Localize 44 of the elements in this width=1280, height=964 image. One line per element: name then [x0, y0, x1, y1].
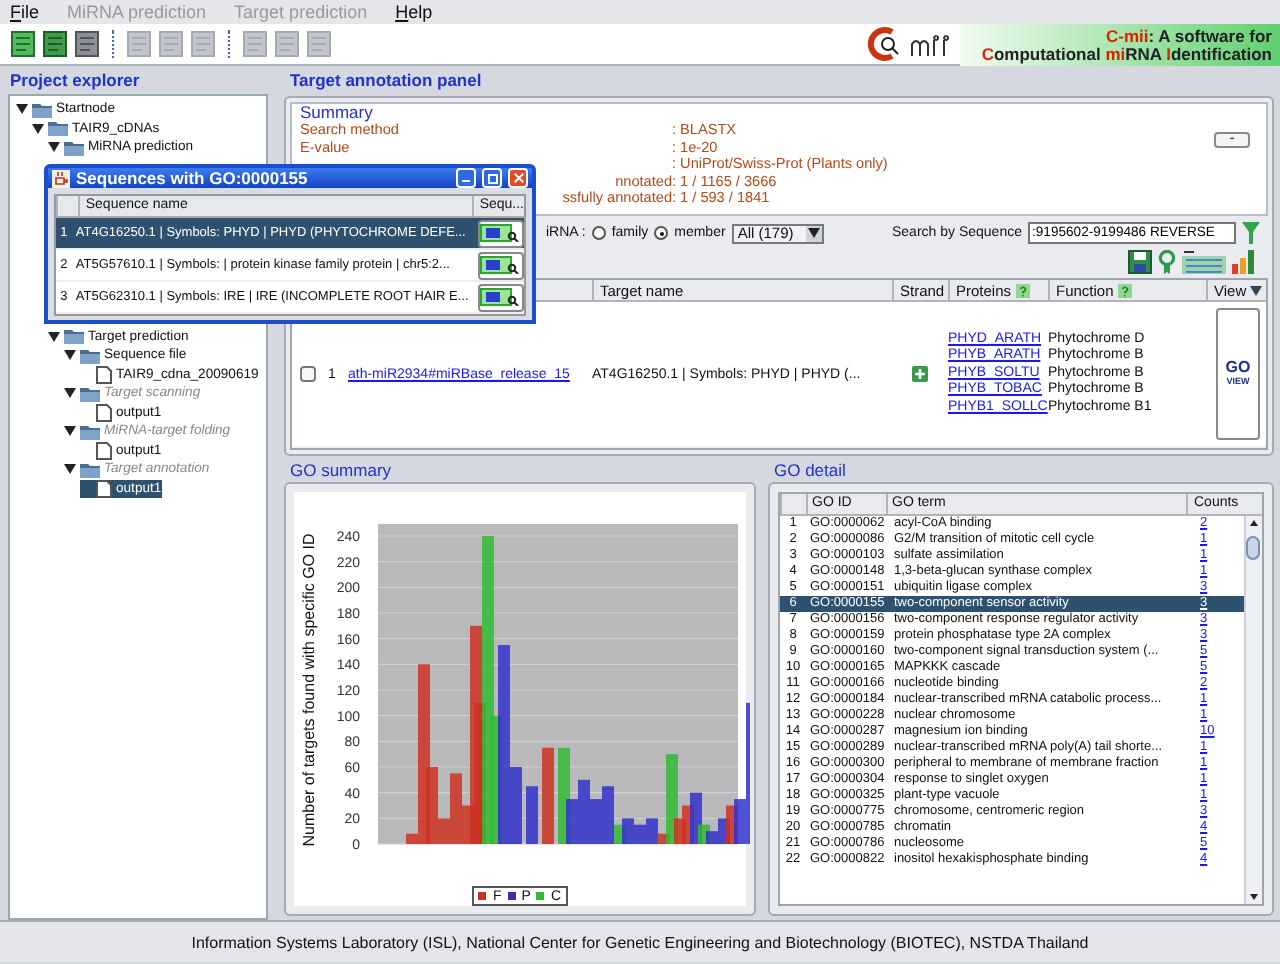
panel-title: Project explorer [8, 70, 142, 92]
sequence-icon [480, 288, 521, 306]
sequence-view-button[interactable] [477, 219, 524, 247]
minimize-button[interactable] [456, 168, 476, 188]
section-title: Summary [300, 104, 375, 122]
folder-icon [64, 328, 84, 345]
file-icon[interactable] [42, 30, 70, 58]
help-icon[interactable] [1117, 283, 1132, 297]
help-icon[interactable] [1015, 283, 1030, 297]
menu-item[interactable]: File [10, 2, 40, 22]
folder-icon [80, 347, 100, 364]
file-icon[interactable] [74, 30, 102, 58]
radio-button[interactable] [654, 226, 669, 240]
folder-icon [80, 461, 100, 478]
window-title: Sequences with GO:0000155 [76, 168, 310, 188]
sequence-icon [480, 224, 521, 242]
folder-icon [64, 139, 84, 156]
footer-text: Information Systems Laboratory (ISL), National Center for Genetic Engineering and Biotechnology (BIOTEC), NSTDA Thailand [0, 920, 1280, 962]
panel-title: GO summary [288, 460, 394, 482]
maximize-button[interactable] [482, 168, 502, 188]
folder-icon [80, 385, 100, 402]
sequence-view-button[interactable] [477, 251, 524, 279]
radio-button[interactable] [591, 226, 606, 240]
close-button[interactable] [508, 168, 528, 188]
save-icon[interactable] [1128, 250, 1152, 274]
sequence-view-button[interactable] [477, 283, 524, 311]
checkbox[interactable] [300, 366, 316, 382]
folder-icon [80, 423, 100, 440]
scrollbar[interactable] [1244, 516, 1262, 904]
panel-title: Target annotation panel [288, 70, 484, 92]
panel-title: GO detail [772, 460, 848, 482]
sequence-icon [480, 256, 521, 274]
file-icon[interactable] [10, 30, 38, 58]
logo-text: C-mii: A software for Computational miRNA Identification [960, 23, 1280, 65]
cup-icon [52, 169, 70, 187]
grid-icon[interactable] [1182, 250, 1226, 274]
plus-icon[interactable] [912, 366, 928, 382]
funnel-icon[interactable] [1242, 222, 1260, 244]
axis-title: Number of targets found with specific GO ID [300, 533, 318, 847]
folder-icon [32, 101, 52, 118]
caret-icon [807, 228, 820, 238]
menu-item[interactable]: Help [395, 2, 433, 22]
bar-chart-icon[interactable] [1232, 250, 1256, 274]
folder-icon [48, 120, 68, 137]
